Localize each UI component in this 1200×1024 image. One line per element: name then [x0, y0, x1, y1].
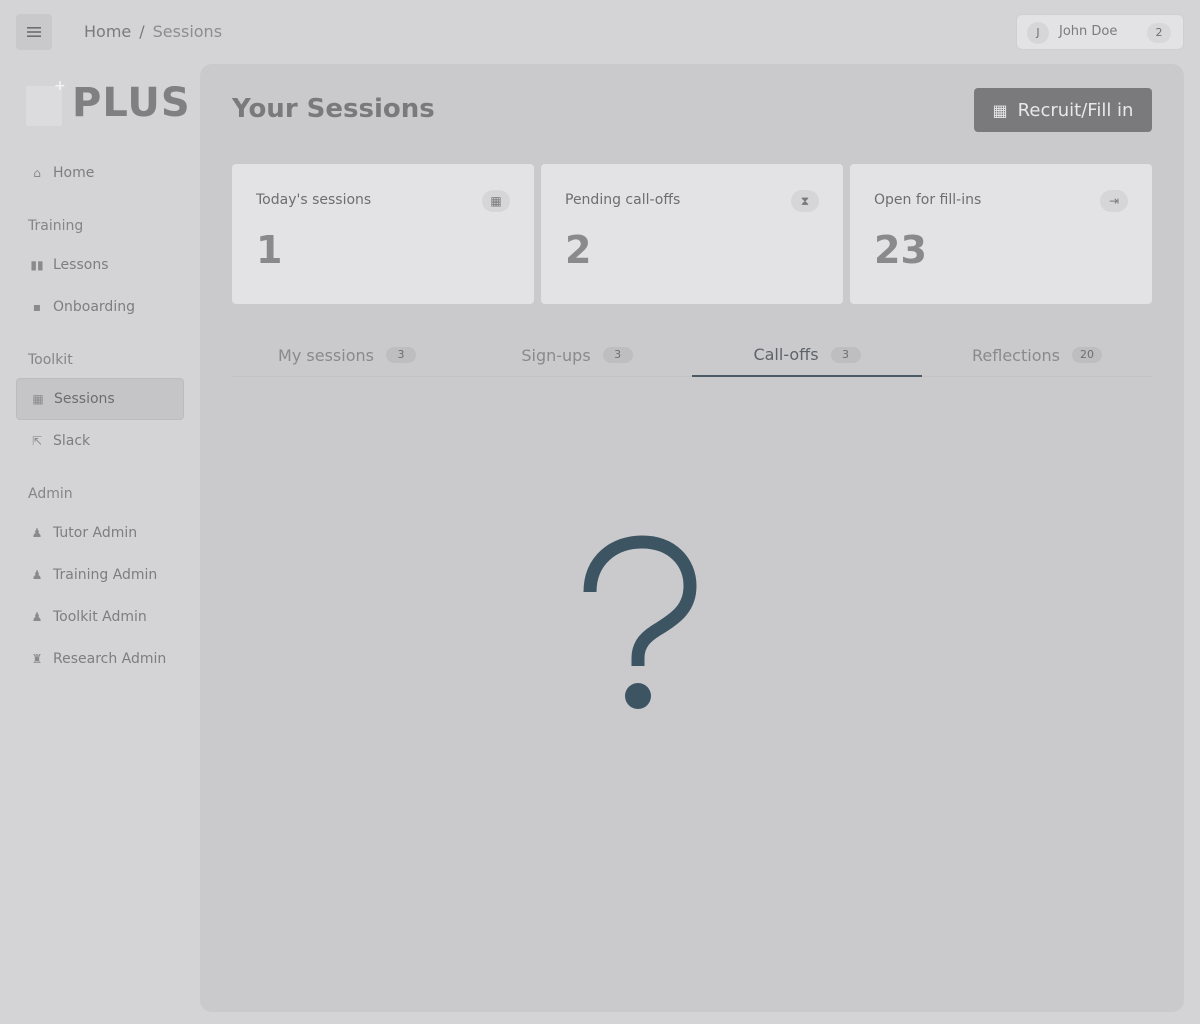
tab-label: Reflections	[972, 345, 1060, 365]
notification-badge: 2	[1147, 23, 1171, 43]
sidebar-item-label: Training Admin	[53, 567, 158, 583]
stat-value: 23	[874, 228, 927, 272]
sidebar-item-label: Sessions	[54, 391, 115, 407]
logo-plus-icon: +	[54, 78, 66, 94]
stat-label: Today's sessions	[256, 192, 372, 208]
stat-label: Open for fill-ins	[874, 192, 982, 208]
sidebar-item-home[interactable]: ⌂ Home	[16, 152, 184, 194]
calendar-icon: ▦	[32, 392, 44, 406]
logo-text: PLUS	[72, 80, 191, 126]
stat-label: Pending call-offs	[565, 192, 681, 208]
tab-label: Sign-ups	[521, 345, 591, 365]
user-secret-icon: ♜	[31, 652, 43, 666]
home-icon: ⌂	[33, 166, 41, 180]
sidebar-item-training-admin[interactable]: ♟ Training Admin	[16, 554, 184, 596]
sidebar-item-label: Research Admin	[53, 651, 167, 667]
calendar-plus-icon: ▦	[992, 100, 1008, 120]
user-menu[interactable]: J John Doe 2	[1016, 14, 1184, 50]
tab-count-badge: 3	[385, 347, 416, 363]
breadcrumb-separator: /	[139, 22, 145, 41]
book-icon: ▮▮	[30, 258, 44, 272]
tab-count-badge: 3	[602, 347, 633, 363]
sidebar-item-label: Home	[53, 165, 95, 181]
tab-count-badge: 20	[1071, 347, 1102, 363]
sidebar-section-admin: Admin	[28, 486, 73, 502]
avatar: J	[1027, 22, 1049, 44]
breadcrumb-home[interactable]: Home	[84, 22, 131, 41]
sidebar-section-toolkit: Toolkit	[28, 352, 73, 368]
sidebar-item-tutor-admin[interactable]: ♟ Tutor Admin	[16, 512, 184, 554]
hourglass-icon: ⧗	[791, 190, 819, 212]
sidebar-item-toolkit-admin[interactable]: ♟ Toolkit Admin	[16, 596, 184, 638]
sidebar-item-label: Toolkit Admin	[53, 609, 147, 625]
sign-in-icon: ⇥	[1100, 190, 1128, 212]
stat-card-todays-sessions: Today's sessions 1 ▦	[232, 164, 534, 304]
breadcrumb: Home / Sessions	[84, 22, 222, 41]
sidebar-item-label: Slack	[53, 433, 91, 449]
main-content: Your Sessions ▦ Recruit/Fill in Today's …	[200, 64, 1184, 1012]
tab-call-offs[interactable]: Call-offs 3	[692, 334, 922, 377]
stat-card-pending-call-offs: Pending call-offs 2 ⧗	[541, 164, 843, 304]
tab-count-badge: 3	[830, 346, 861, 363]
session-tabs: My sessions 3 Sign-ups 3 Call-offs 3 Ref…	[232, 334, 1152, 377]
tab-label: Call-offs	[753, 345, 819, 364]
button-label: Recruit/Fill in	[1017, 99, 1134, 121]
sidebar-item-lessons[interactable]: ▮▮ Lessons	[16, 244, 184, 286]
sidebar-item-research-admin[interactable]: ♜ Research Admin	[16, 638, 184, 680]
calendar-icon: ▦	[482, 190, 510, 212]
clipboard-icon: ▪	[32, 300, 42, 314]
user-name: John Doe	[1059, 24, 1118, 39]
logo[interactable]: + PLUS	[26, 78, 190, 128]
sidebar-item-onboarding[interactable]: ▪ Onboarding	[16, 286, 184, 328]
top-bar: Home / Sessions J John Doe 2	[0, 0, 1200, 64]
user-gear-icon: ♟	[31, 610, 43, 624]
stat-value: 1	[256, 228, 283, 272]
sidebar-item-label: Lessons	[53, 257, 109, 273]
tab-sign-ups[interactable]: Sign-ups 3	[462, 334, 692, 376]
question-mark-icon	[583, 535, 697, 709]
user-edit-icon: ♟	[31, 526, 43, 540]
sidebar-item-sessions[interactable]: ▦ Sessions	[16, 378, 184, 420]
recruit-fill-in-button[interactable]: ▦ Recruit/Fill in	[974, 88, 1152, 132]
stat-value: 2	[565, 228, 592, 272]
user-check-icon: ♟	[31, 568, 43, 582]
sidebar-item-label: Onboarding	[53, 299, 135, 315]
breadcrumb-current: Sessions	[152, 22, 223, 41]
menu-button[interactable]	[16, 14, 52, 50]
hamburger-icon	[27, 27, 41, 37]
tab-label: My sessions	[278, 345, 374, 365]
page-title: Your Sessions	[232, 94, 435, 124]
sidebar-item-label: Tutor Admin	[53, 525, 138, 541]
stat-card-open-for-fill-ins: Open for fill-ins 23 ⇥	[850, 164, 1152, 304]
external-link-icon: ⇱	[31, 434, 43, 448]
sidebar-section-training: Training	[28, 218, 84, 234]
tab-my-sessions[interactable]: My sessions 3	[232, 334, 462, 376]
sidebar: + PLUS ⌂ Home Training ▮▮ Lessons ▪ Onbo…	[0, 64, 200, 1024]
sidebar-item-slack[interactable]: ⇱ Slack	[16, 420, 184, 462]
tab-reflections[interactable]: Reflections 20	[922, 334, 1152, 376]
